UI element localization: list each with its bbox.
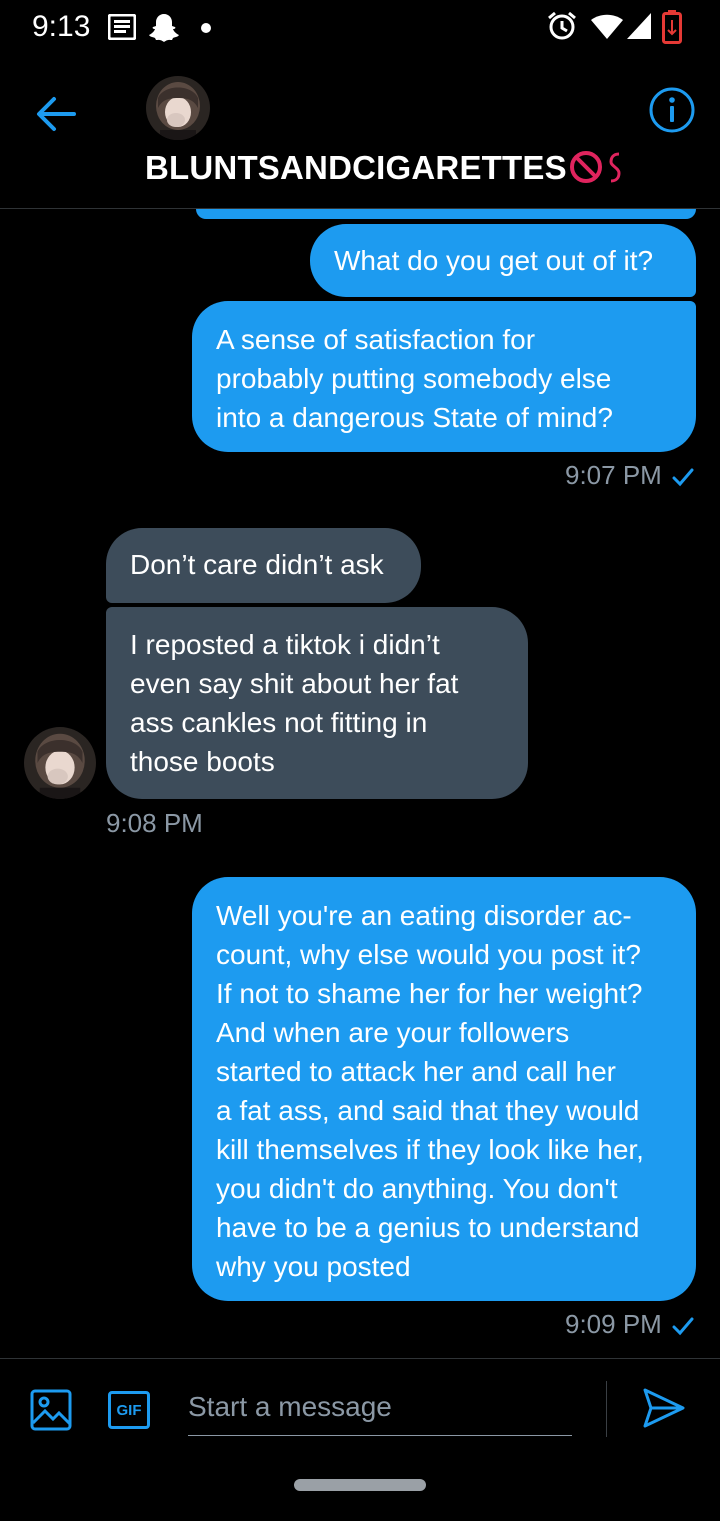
sent-check-icon	[672, 1317, 694, 1336]
snapchat-icon	[149, 14, 179, 42]
message-input[interactable]	[188, 1379, 572, 1436]
contact-name-text: BLUNTSANDCIGARETTES	[145, 149, 567, 186]
send-icon[interactable]	[642, 1387, 686, 1429]
gif-button[interactable]: GIF	[108, 1391, 150, 1429]
message-bubble-outgoing[interactable]: What do you get out of it?	[310, 224, 696, 297]
signal-icon	[627, 13, 651, 39]
message-timestamp: 9:07 PM	[565, 460, 694, 491]
prohibited-emoji-icon	[569, 151, 602, 183]
conversation-header: BLUNTSANDCIGARETTES	[0, 56, 720, 209]
back-arrow-icon[interactable]	[34, 92, 78, 136]
battery-low-icon	[662, 10, 682, 44]
message-timestamp: 9:08 PM	[106, 808, 203, 838]
contact-avatar[interactable]	[146, 76, 210, 140]
notification-dot-icon	[201, 23, 211, 33]
partial-emoji-icon	[609, 152, 621, 183]
status-time: 9:13	[32, 10, 91, 43]
info-icon[interactable]	[648, 86, 696, 134]
previous-message-bubble[interactable]	[196, 209, 696, 219]
sender-avatar[interactable]	[24, 727, 96, 799]
message-bubble-outgoing[interactable]: A sense of satisfaction for probably put…	[192, 301, 696, 452]
home-indicator[interactable]	[294, 1479, 426, 1491]
news-icon	[108, 14, 136, 40]
message-timestamp: 9:09 PM	[565, 1309, 694, 1340]
image-icon[interactable]	[30, 1389, 72, 1431]
status-bar: 9:13	[0, 0, 720, 56]
message-bubble-incoming[interactable]: I reposted a tiktok i didn’t even say sh…	[106, 607, 528, 799]
composer-divider	[606, 1381, 607, 1437]
message-composer: GIF	[0, 1358, 720, 1521]
message-bubble-outgoing[interactable]: Well you're an eating disorder ac- count…	[192, 877, 696, 1301]
contact-name[interactable]: BLUNTSANDCIGARETTES	[145, 149, 625, 187]
sent-check-icon	[672, 468, 694, 487]
wifi-icon	[591, 14, 623, 39]
gif-icon: GIF	[116, 1402, 142, 1419]
message-bubble-incoming[interactable]: Don’t care didn’t ask	[106, 528, 421, 603]
alarm-icon	[548, 11, 576, 40]
